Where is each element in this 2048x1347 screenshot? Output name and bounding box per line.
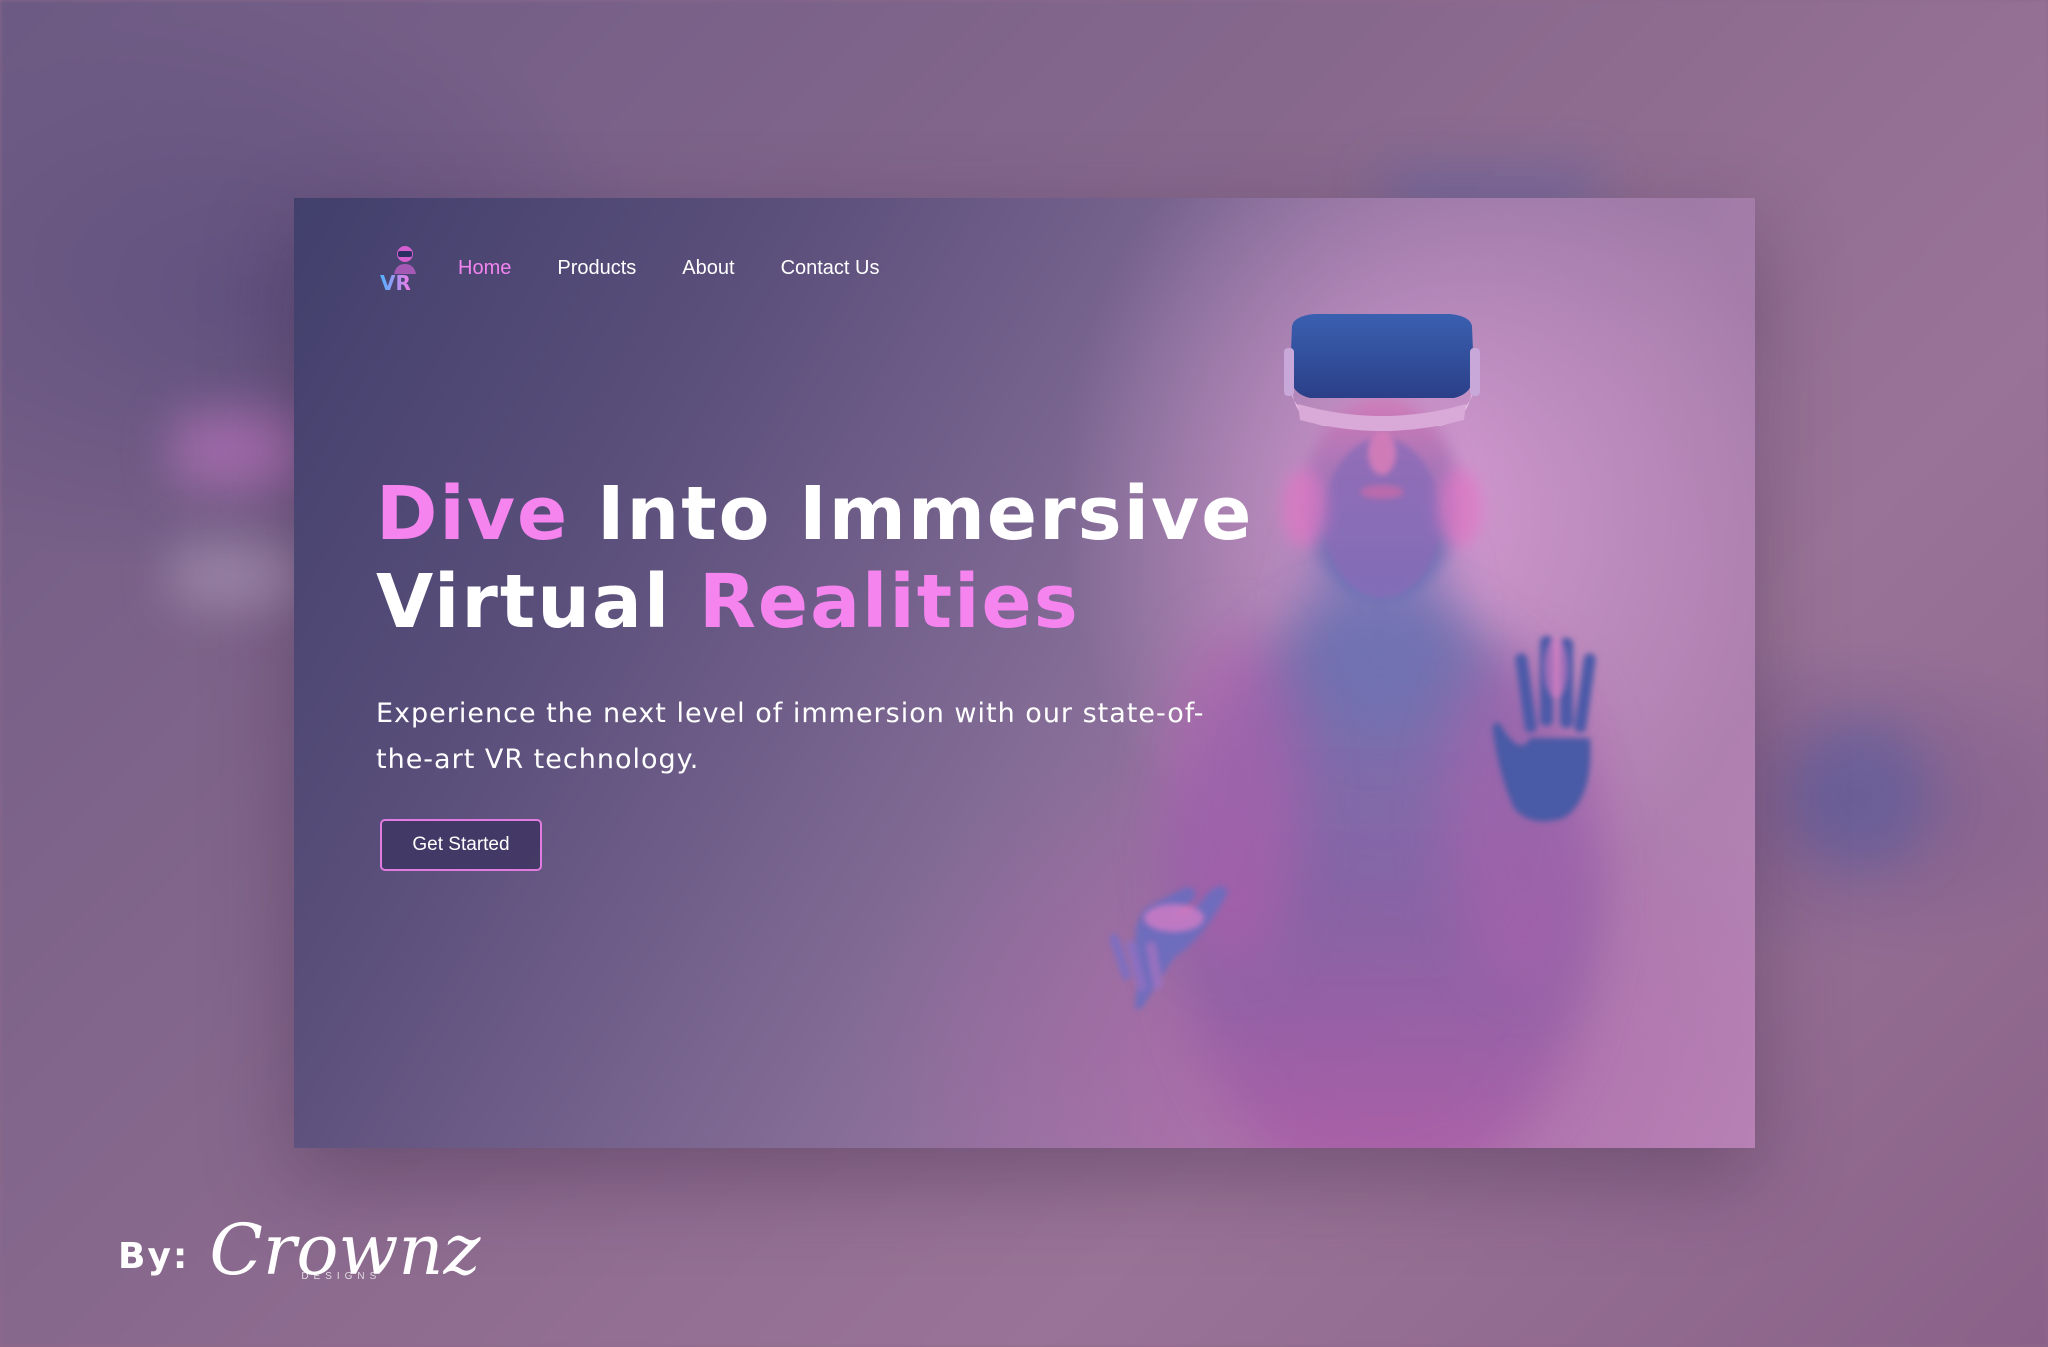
headline-accent-realities: Realities bbox=[698, 559, 1080, 645]
nav-home-link[interactable]: Home bbox=[458, 257, 511, 280]
background-blob bbox=[170, 540, 310, 610]
nav-about-link[interactable]: About bbox=[682, 257, 734, 280]
nav-contact-link[interactable]: Contact Us bbox=[781, 257, 880, 280]
vr-logo[interactable]: VR bbox=[376, 240, 432, 296]
background-blob bbox=[1790, 720, 1930, 870]
headline-line1-rest: Into Immersive bbox=[569, 471, 1254, 557]
credit-by-label: By: bbox=[118, 1235, 190, 1277]
headline-accent-dive: Dive bbox=[376, 471, 570, 557]
vr-headset-logo-icon: VR bbox=[380, 246, 416, 295]
background-blob bbox=[170, 410, 310, 490]
svg-text:VR: VR bbox=[380, 271, 411, 295]
crownz-signature-logo: Crownz DESIGNS bbox=[209, 1201, 480, 1311]
nav-products-link[interactable]: Products bbox=[557, 257, 636, 280]
hero-headline: Dive Into Immersive Virtual Realities bbox=[376, 470, 1253, 646]
designer-credit: By: Crownz DESIGNS bbox=[118, 1196, 480, 1316]
hero-subtext: Experience the next level of immersion w… bbox=[376, 698, 1205, 775]
vr-person-image bbox=[1109, 314, 1604, 1148]
get-started-button[interactable]: Get Started bbox=[380, 819, 542, 871]
hero-card: VR Home Products About Contact Us Dive I… bbox=[294, 198, 1755, 1148]
headline-line2-start: Virtual bbox=[376, 559, 699, 645]
main-nav: VR Home Products About Contact Us bbox=[376, 238, 926, 298]
signature-subtitle: DESIGNS bbox=[301, 1271, 382, 1282]
